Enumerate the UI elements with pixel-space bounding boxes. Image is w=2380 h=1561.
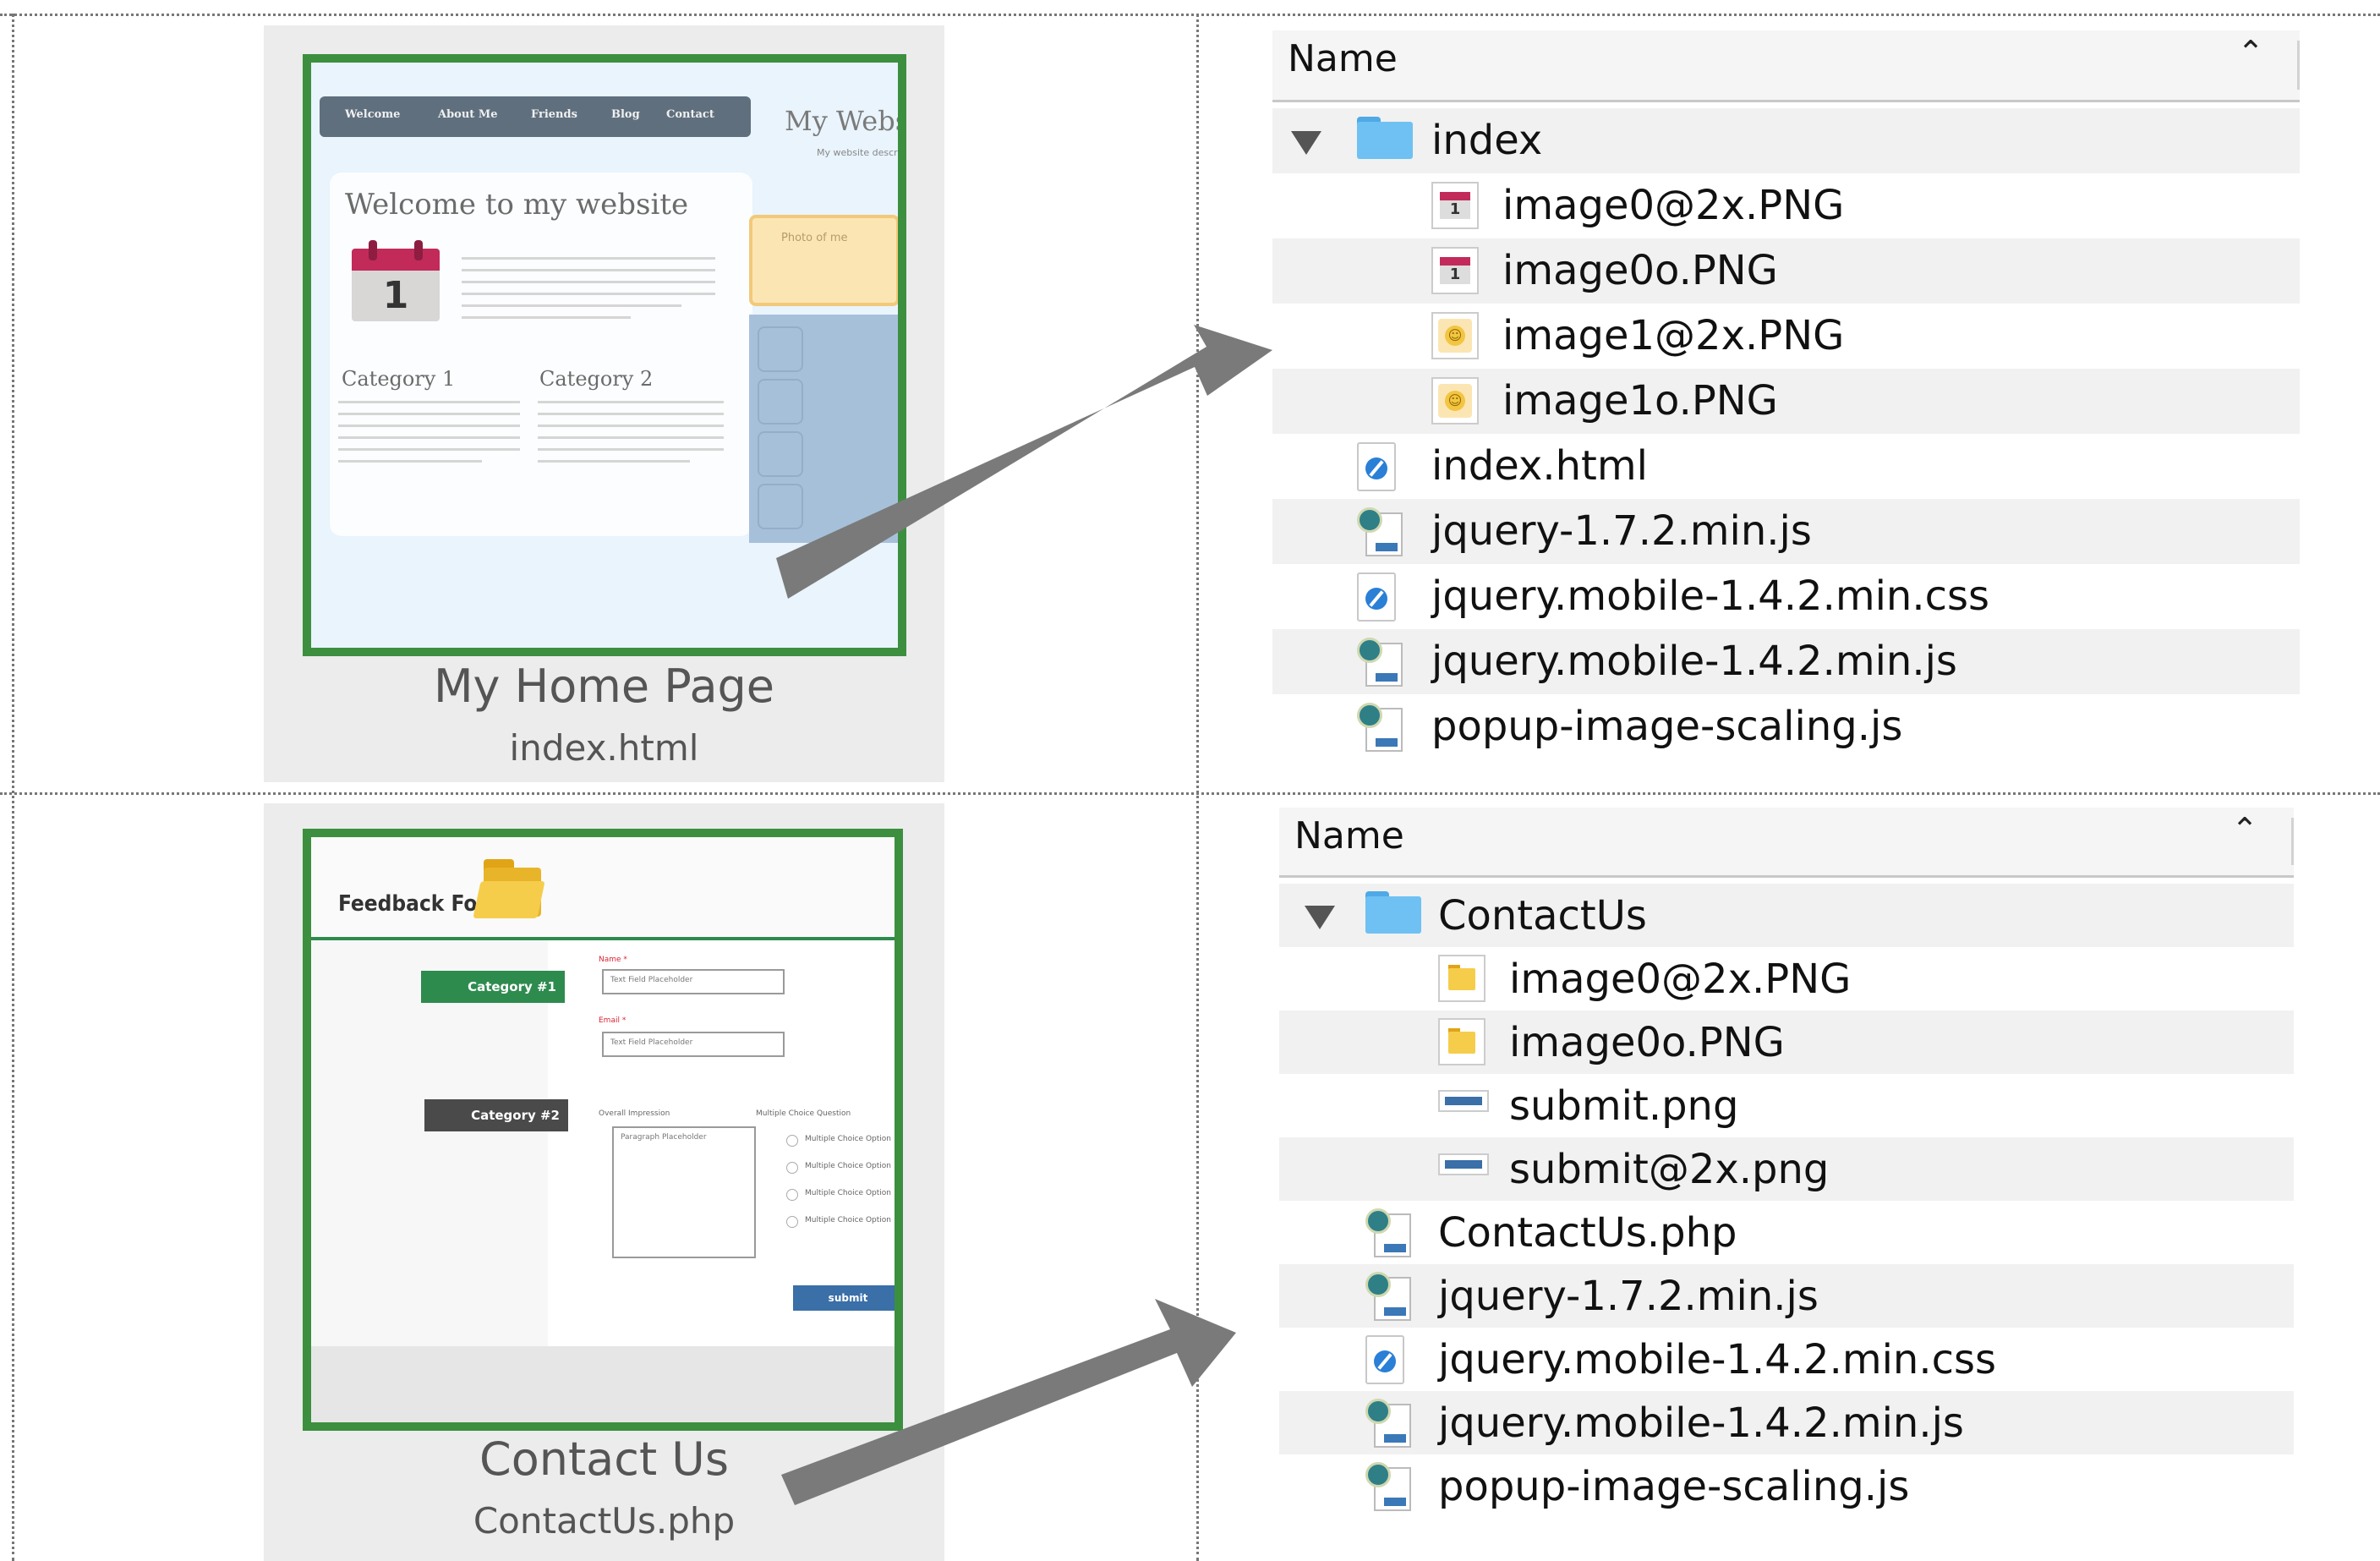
bottom-arrow xyxy=(781,1299,1236,1505)
top-arrow xyxy=(776,325,1272,599)
arrows-layer xyxy=(776,325,1272,1505)
